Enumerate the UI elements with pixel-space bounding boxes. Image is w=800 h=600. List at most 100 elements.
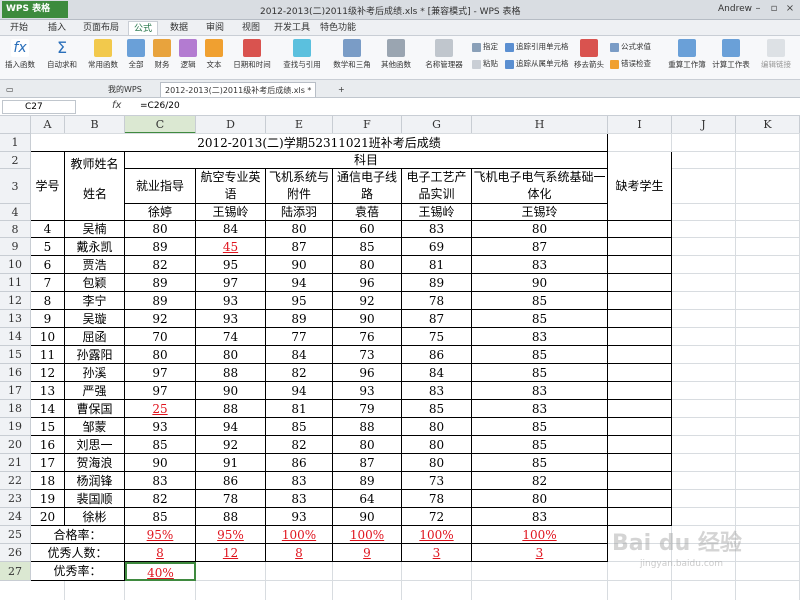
score-cell[interactable]: 85 — [472, 436, 608, 454]
student-id-cell[interactable]: 19 — [31, 490, 65, 508]
row-header-23[interactable]: 23 — [0, 490, 31, 508]
score-cell[interactable]: 90 — [333, 508, 402, 526]
excellent-count-value[interactable]: 9 — [333, 544, 402, 562]
excellent-count-value[interactable]: 8 — [266, 544, 333, 562]
score-cell[interactable]: 91 — [196, 454, 266, 472]
name-box[interactable]: C27 — [2, 100, 76, 114]
absent-cell[interactable] — [608, 472, 672, 490]
calc-sheet-button[interactable]: 计算工作表 — [710, 39, 752, 77]
score-cell[interactable]: 83 — [402, 382, 472, 400]
row-header-17[interactable]: 17 — [0, 382, 31, 400]
column-header-d[interactable]: D — [196, 116, 266, 134]
absent-cell[interactable] — [608, 238, 672, 256]
column-header-k[interactable]: K — [736, 116, 800, 134]
score-cell[interactable]: 85 — [472, 310, 608, 328]
new-tab-button[interactable]: + — [334, 82, 349, 97]
score-cell[interactable]: 88 — [196, 364, 266, 382]
menu-data[interactable]: 数据 — [164, 21, 194, 35]
score-cell[interactable]: 87 — [333, 454, 402, 472]
student-id-cell[interactable]: 5 — [31, 238, 65, 256]
score-cell[interactable]: 89 — [333, 472, 402, 490]
absent-cell[interactable] — [608, 382, 672, 400]
student-id-cell[interactable]: 14 — [31, 400, 65, 418]
row-header-10[interactable]: 10 — [0, 256, 31, 274]
menu-developer[interactable]: 开发工具 — [272, 21, 312, 35]
student-id-cell[interactable]: 17 — [31, 454, 65, 472]
score-cell[interactable]: 85 — [125, 508, 196, 526]
score-cell[interactable]: 81 — [266, 400, 333, 418]
score-cell[interactable]: 83 — [472, 382, 608, 400]
score-cell[interactable]: 88 — [196, 508, 266, 526]
menu-page-layout[interactable]: 页面布局 — [80, 21, 122, 35]
score-cell[interactable]: 45 — [196, 238, 266, 256]
student-name-cell[interactable]: 杨润锋 — [65, 472, 125, 490]
score-cell[interactable]: 86 — [402, 346, 472, 364]
student-id-cell[interactable]: 4 — [31, 221, 65, 238]
teacher-3[interactable]: 陆添羽 — [266, 204, 333, 221]
student-id-cell[interactable]: 8 — [31, 292, 65, 310]
score-cell[interactable]: 74 — [196, 328, 266, 346]
pass-rate-value[interactable]: 100% — [333, 526, 402, 544]
score-cell[interactable]: 92 — [333, 292, 402, 310]
score-cell[interactable]: 64 — [333, 490, 402, 508]
score-cell[interactable]: 81 — [402, 256, 472, 274]
teacher-6[interactable]: 王锡玲 — [472, 204, 608, 221]
row-header-13[interactable]: 13 — [0, 310, 31, 328]
score-cell[interactable]: 83 — [402, 221, 472, 238]
student-id-cell[interactable]: 6 — [31, 256, 65, 274]
column-header-a[interactable]: A — [31, 116, 65, 134]
score-cell[interactable]: 93 — [196, 310, 266, 328]
score-cell[interactable]: 90 — [125, 454, 196, 472]
score-cell[interactable]: 89 — [125, 238, 196, 256]
pass-rate-label[interactable]: 合格率： — [31, 526, 125, 544]
error-check-button[interactable]: 错误检查 — [610, 58, 651, 70]
specify-button[interactable]: 指定 — [472, 41, 498, 53]
insert-function-button[interactable]: fx 插入函数 — [2, 39, 38, 77]
paste-button[interactable]: 粘贴 — [472, 58, 498, 70]
edit-links-button[interactable]: 编辑链接 — [756, 39, 796, 77]
row-header-11[interactable]: 11 — [0, 274, 31, 292]
score-cell[interactable]: 93 — [196, 292, 266, 310]
row-header-12[interactable]: 12 — [0, 292, 31, 310]
score-cell[interactable]: 97 — [125, 364, 196, 382]
absent-cell[interactable] — [608, 274, 672, 292]
score-cell[interactable]: 89 — [266, 310, 333, 328]
fx-icon[interactable]: fx — [112, 100, 121, 111]
student-name-cell[interactable]: 严强 — [65, 382, 125, 400]
row-header-1[interactable]: 1 — [0, 134, 31, 152]
row-header-27[interactable]: 27 — [0, 562, 31, 581]
score-cell[interactable]: 87 — [472, 238, 608, 256]
student-id-cell[interactable]: 15 — [31, 418, 65, 436]
subject-5[interactable]: 电子工艺产品实训 — [402, 169, 472, 204]
student-id-cell[interactable]: 11 — [31, 346, 65, 364]
score-cell[interactable]: 82 — [472, 472, 608, 490]
trace-dependents-button[interactable]: 追踪从属单元格 — [505, 58, 569, 70]
folder-icon[interactable]: ▭ — [2, 82, 16, 97]
score-cell[interactable]: 86 — [196, 472, 266, 490]
score-cell[interactable]: 60 — [333, 221, 402, 238]
menu-formula[interactable]: 公式 — [128, 21, 158, 35]
absent-cell[interactable] — [608, 364, 672, 382]
score-cell[interactable]: 94 — [196, 418, 266, 436]
row-header-8[interactable]: 8 — [0, 221, 31, 238]
score-cell[interactable]: 73 — [402, 472, 472, 490]
subject-2[interactable]: 航空专业英语 — [196, 169, 266, 204]
row-header-25[interactable]: 25 — [0, 526, 31, 544]
row-header-2[interactable]: 2 — [0, 152, 31, 169]
row-header-4[interactable]: 4 — [0, 204, 31, 221]
score-cell[interactable]: 76 — [333, 328, 402, 346]
score-cell[interactable]: 89 — [125, 274, 196, 292]
score-cell[interactable]: 83 — [472, 256, 608, 274]
finance-button[interactable]: 财务 — [150, 39, 174, 77]
excellent-count-value[interactable]: 12 — [196, 544, 266, 562]
student-name-cell[interactable]: 裴国顺 — [65, 490, 125, 508]
score-cell[interactable]: 94 — [266, 274, 333, 292]
score-cell[interactable]: 88 — [196, 400, 266, 418]
score-cell[interactable]: 89 — [402, 274, 472, 292]
header-absent[interactable]: 缺考学生 — [608, 152, 672, 221]
score-cell[interactable]: 80 — [402, 436, 472, 454]
row-header-9[interactable]: 9 — [0, 238, 31, 256]
excellent-count-value[interactable]: 8 — [125, 544, 196, 562]
absent-cell[interactable] — [608, 221, 672, 238]
teacher-2[interactable]: 王锡岭 — [196, 204, 266, 221]
